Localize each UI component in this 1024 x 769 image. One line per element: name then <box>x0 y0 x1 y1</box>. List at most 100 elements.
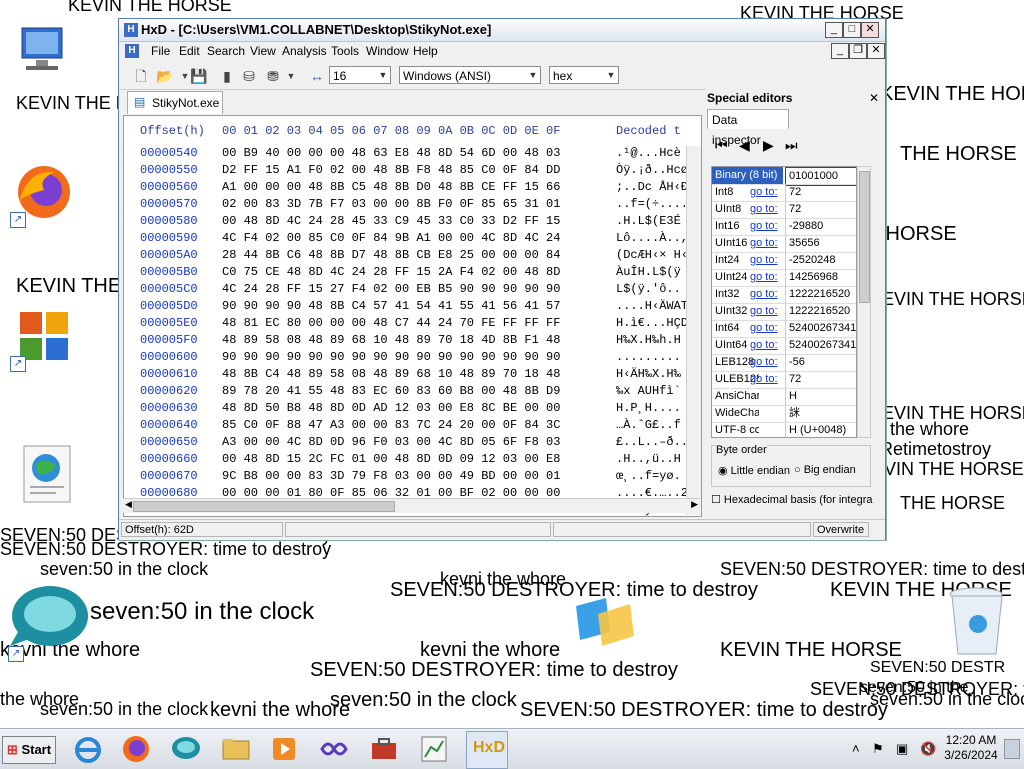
hex-byte[interactable]: 12 <box>395 401 409 415</box>
hex-byte[interactable]: 8B <box>330 299 344 313</box>
hex-byte[interactable]: 48 <box>373 316 387 330</box>
hex-byte[interactable]: 50 <box>265 401 279 415</box>
hex-byte[interactable]: D7 <box>352 248 366 262</box>
hex-byte[interactable]: C4 <box>352 299 366 313</box>
hex-byte[interactable]: 89 <box>416 333 430 347</box>
hex-byte[interactable]: 00 <box>416 469 430 483</box>
hex-byte[interactable]: 8D <box>308 265 322 279</box>
hex-byte[interactable]: 83 <box>352 384 366 398</box>
hex-byte[interactable]: 48 <box>352 146 366 160</box>
hex-byte[interactable]: 00 <box>330 316 344 330</box>
decoded-text[interactable]: œ¸..f=yø. <box>616 469 681 483</box>
hex-byte[interactable]: 58 <box>265 333 279 347</box>
inspector-value[interactable]: 72 <box>785 184 856 201</box>
show-hidden-icons-icon[interactable]: ˄ <box>852 741 860 756</box>
goto-link[interactable]: go to: <box>750 320 778 337</box>
hex-byte[interactable]: 00 <box>244 197 258 211</box>
menu-edit[interactable]: Edit <box>179 44 200 58</box>
decoded-text[interactable]: H.ì€...HÇD <box>616 316 688 330</box>
hex-byte[interactable]: 00 <box>244 180 258 194</box>
goto-link[interactable]: go to: <box>750 201 778 218</box>
hex-byte[interactable]: A1 <box>222 180 236 194</box>
hex-byte[interactable]: 03 <box>546 146 560 160</box>
hex-byte[interactable]: 48 <box>524 146 538 160</box>
hex-byte[interactable]: 8B <box>416 197 430 211</box>
hex-byte[interactable]: 96 <box>352 435 366 449</box>
hex-byte[interactable]: 28 <box>265 282 279 296</box>
hex-byte[interactable]: 28 <box>373 265 387 279</box>
inspector-value[interactable]: 1222216520 <box>785 303 856 320</box>
hex-byte[interactable]: 48 <box>222 333 236 347</box>
hex-byte[interactable]: 8B <box>330 180 344 194</box>
hex-basis-checkbox[interactable]: ☐ Hexadecimal basis (for integra <box>711 493 873 506</box>
hex-byte[interactable]: F4 <box>244 231 258 245</box>
charset-select[interactable]: Windows (ANSI) ▼ <box>399 66 541 84</box>
big-endian-radio[interactable]: ○ Big endian <box>794 464 856 476</box>
hex-byte[interactable]: 00 <box>308 146 322 160</box>
clock[interactable]: 12:20 AM 3/26/2024 <box>942 733 1000 763</box>
hex-byte[interactable]: 88 <box>287 418 301 432</box>
decoded-text[interactable]: ......... <box>616 350 681 364</box>
hex-byte[interactable]: 84 <box>524 163 538 177</box>
hex-byte[interactable]: A3 <box>330 418 344 432</box>
hex-byte[interactable]: 08 <box>287 333 301 347</box>
hex-byte[interactable]: 90 <box>308 350 322 364</box>
close-panel-icon[interactable]: ✕ <box>869 91 879 105</box>
goto-link[interactable]: go to: <box>750 218 778 235</box>
hex-byte[interactable]: 15 <box>546 214 560 228</box>
hex-byte[interactable]: 00 <box>373 418 387 432</box>
hex-byte[interactable]: 8B <box>330 248 344 262</box>
decoded-text[interactable]: .H..,ü..H <box>616 452 681 466</box>
hex-byte[interactable]: 48 <box>373 367 387 381</box>
hex-byte[interactable]: 4C <box>524 231 538 245</box>
hex-byte[interactable]: 68 <box>352 333 366 347</box>
scroll-left-icon[interactable]: ◀ <box>125 499 132 510</box>
hex-byte[interactable]: 02 <box>330 163 344 177</box>
inspector-row[interactable]: UTF-8 code po H (U+0048) <box>712 422 856 437</box>
hex-byte[interactable]: 00 <box>438 401 452 415</box>
menu-analysis[interactable]: Analysis <box>282 44 327 58</box>
hex-byte[interactable]: 3C <box>546 418 560 432</box>
inspector-row[interactable]: UInt32 go to: 1222216520 <box>712 303 856 321</box>
hex-byte[interactable]: 24 <box>546 231 560 245</box>
hex-byte[interactable]: BD <box>481 469 495 483</box>
hex-byte[interactable]: 09 <box>460 452 474 466</box>
hex-byte[interactable]: 90 <box>265 350 279 364</box>
hex-byte[interactable]: 89 <box>244 333 258 347</box>
hex-byte[interactable]: 48 <box>373 248 387 262</box>
hex-byte[interactable]: BE <box>503 401 517 415</box>
hex-byte[interactable]: 85 <box>460 163 474 177</box>
start-button[interactable]: ⊞ Start <box>2 736 56 764</box>
hex-byte[interactable]: F8 <box>373 469 387 483</box>
hex-byte[interactable]: 7C <box>416 418 430 432</box>
hex-byte[interactable]: 24 <box>438 418 452 432</box>
hex-byte[interactable]: 9B <box>395 231 409 245</box>
hex-byte[interactable]: D9 <box>546 384 560 398</box>
inspector-value[interactable]: 52400267341 <box>785 320 856 337</box>
hex-byte[interactable]: 89 <box>222 384 236 398</box>
hex-byte[interactable]: 00 <box>524 248 538 262</box>
hex-byte[interactable]: 10 <box>438 367 452 381</box>
hex-byte[interactable]: 54 <box>460 146 474 160</box>
hex-byte[interactable]: A1 <box>416 231 430 245</box>
inspector-scrollbar[interactable] <box>857 166 871 438</box>
goto-link[interactable]: go to: <box>750 184 778 201</box>
decoded-text[interactable]: H‹ÄH‰X.H‰ <box>616 367 681 381</box>
hex-byte[interactable]: 8B <box>460 180 474 194</box>
hex-byte[interactable]: 00 <box>524 469 538 483</box>
hex-byte[interactable]: 9C <box>222 469 236 483</box>
decoded-text[interactable]: (DcÆH‹× H‹( <box>616 248 695 262</box>
inspector-value[interactable]: 1222216520 <box>785 286 856 303</box>
hex-byte[interactable]: 4C <box>330 265 344 279</box>
hex-byte[interactable]: C9 <box>395 214 409 228</box>
hex-byte[interactable]: 48 <box>308 333 322 347</box>
hex-byte[interactable]: 90 <box>416 350 430 364</box>
hex-byte[interactable]: 0F <box>265 418 279 432</box>
hex-byte[interactable]: 0F <box>352 231 366 245</box>
hex-byte[interactable]: 10 <box>373 333 387 347</box>
hex-byte[interactable]: 48 <box>244 452 258 466</box>
hex-byte[interactable]: F0 <box>373 435 387 449</box>
hex-byte[interactable]: 4C <box>222 231 236 245</box>
hex-byte[interactable]: 44 <box>416 316 430 330</box>
hex-byte[interactable]: 84 <box>546 248 560 262</box>
